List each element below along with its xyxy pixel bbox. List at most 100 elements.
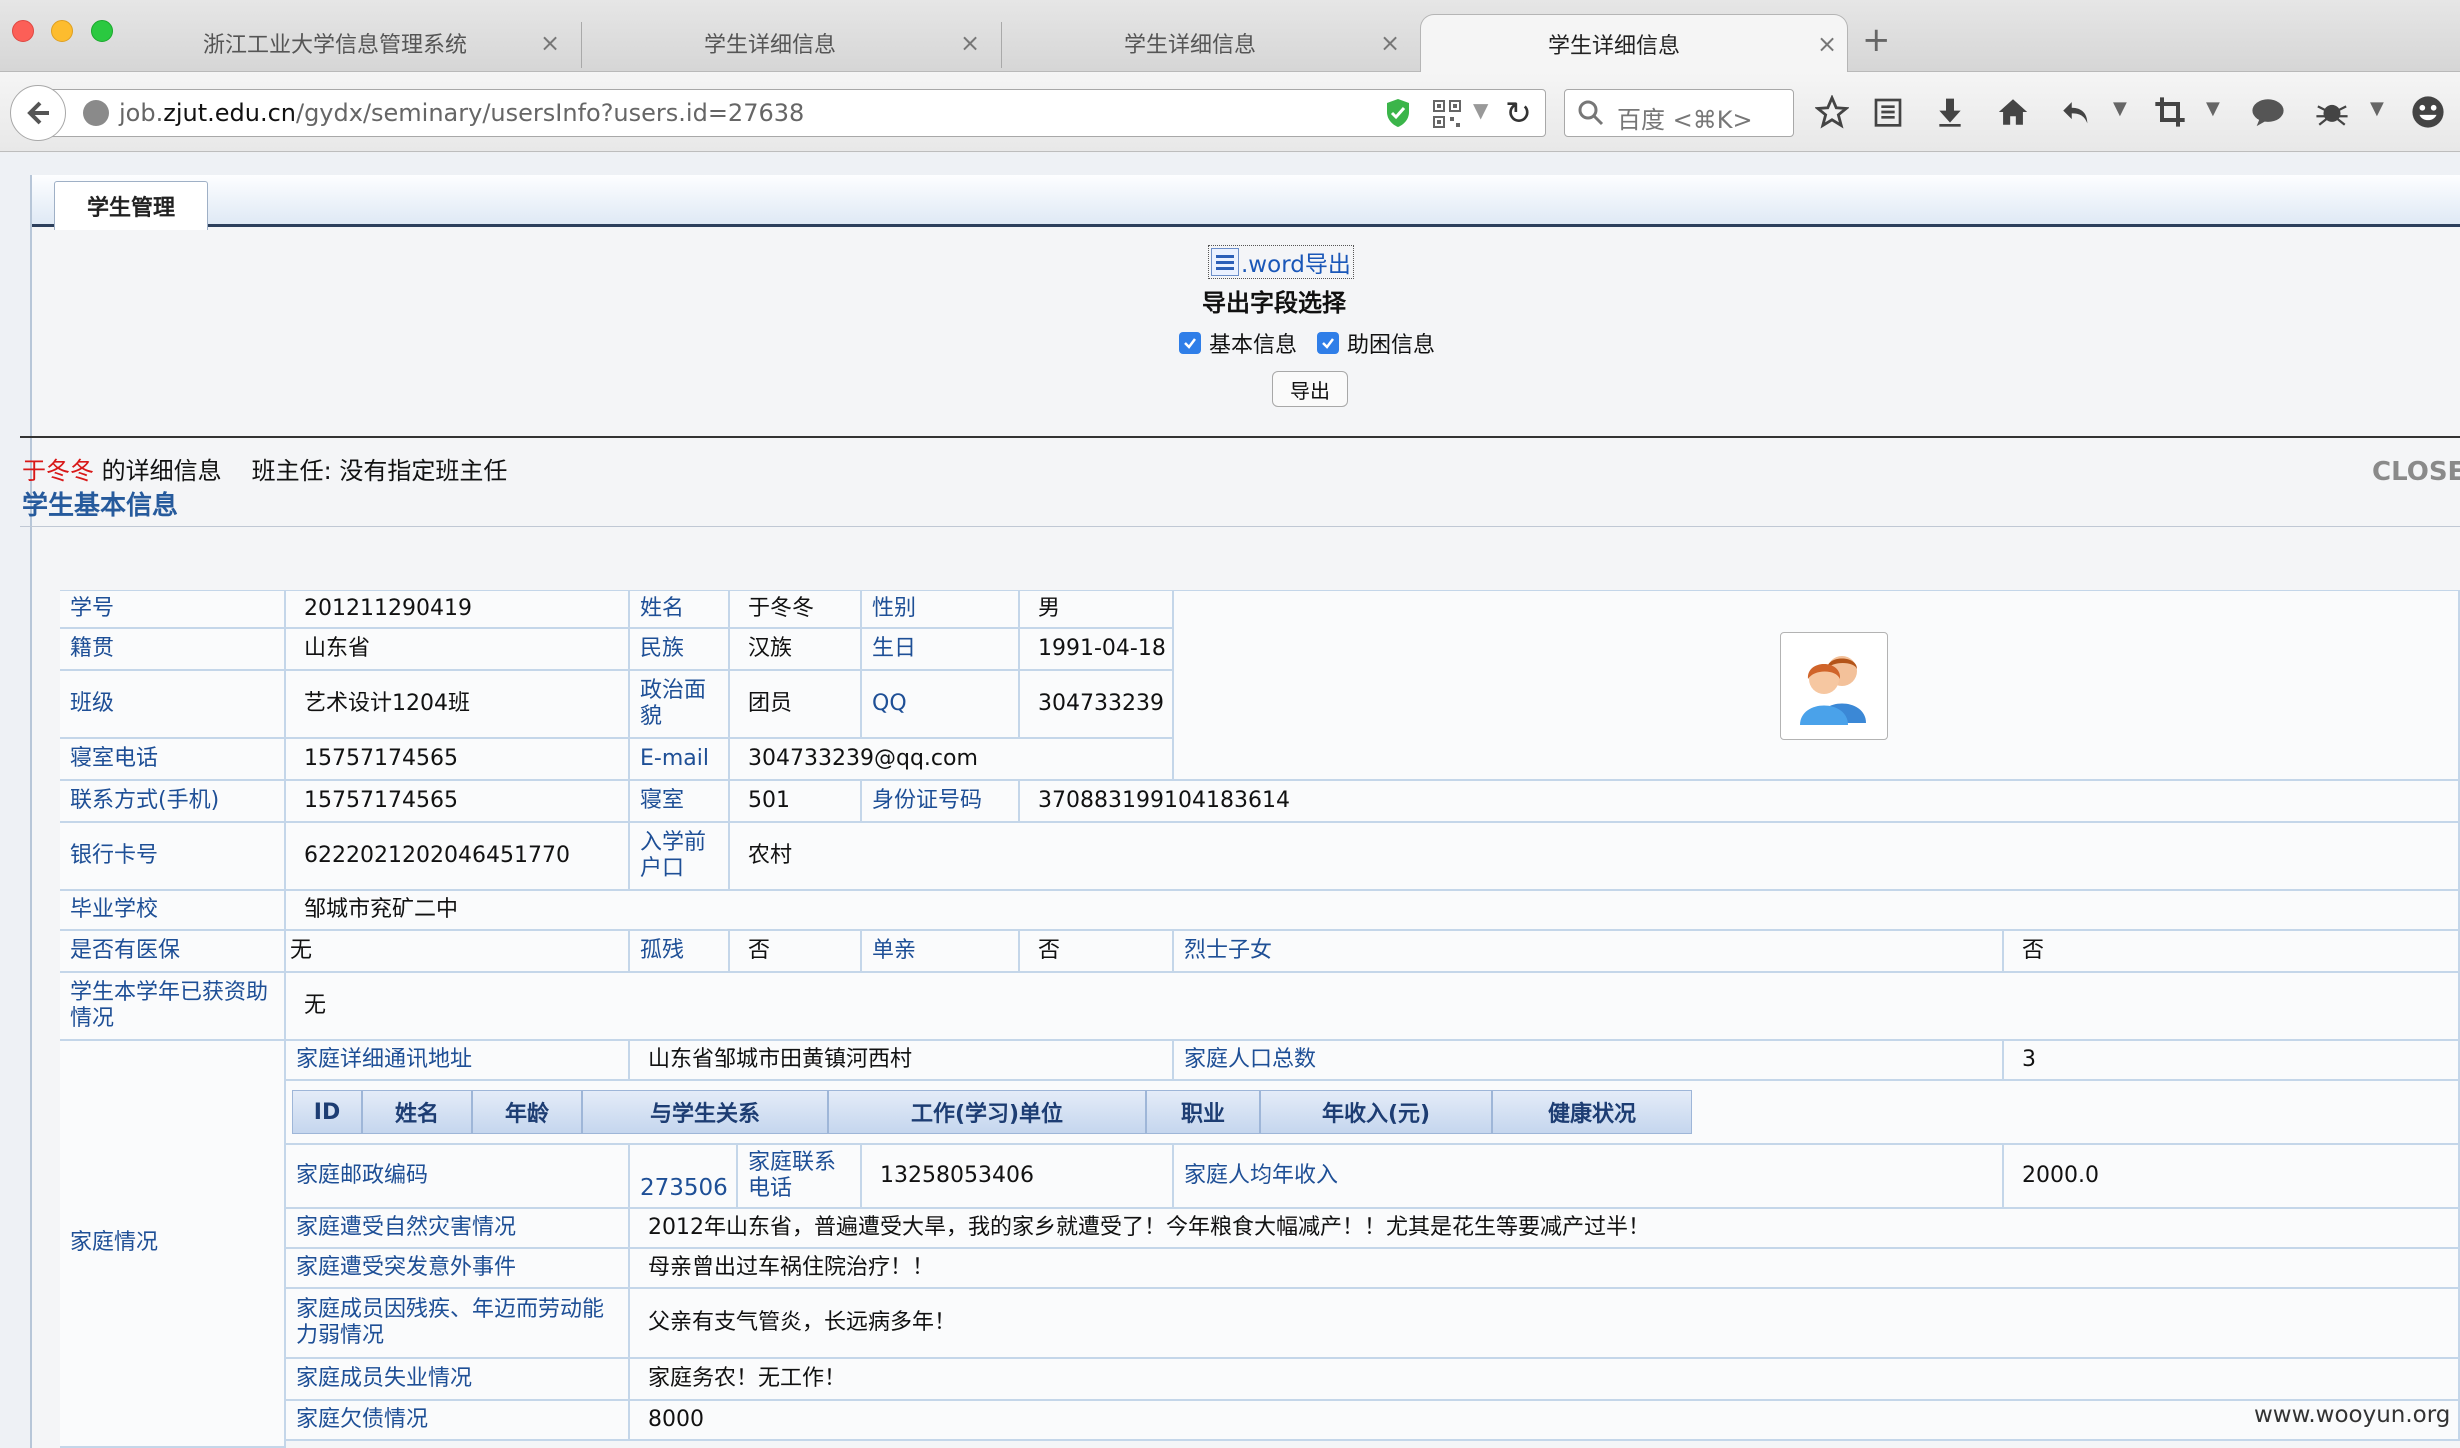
export-button[interactable]: 导出: [1272, 371, 1348, 407]
value-unemployment: 家庭务农！无工作！: [630, 1359, 2460, 1401]
label-ethnicity: 民族: [630, 629, 730, 671]
divider: [20, 526, 2460, 527]
value-origin: 山东省: [286, 629, 630, 671]
emoji-icon[interactable]: [2408, 92, 2448, 132]
value-political-status: 团员: [730, 671, 862, 739]
crop-icon[interactable]: [2150, 92, 2190, 132]
chat-icon[interactable]: [2248, 92, 2288, 132]
bug-icon[interactable]: [2312, 92, 2352, 132]
value-orphan-disabled: 否: [730, 931, 862, 973]
browser-tab-4-active[interactable]: 学生详细信息 ×: [1420, 14, 1848, 72]
window-minimize-button[interactable]: [51, 20, 73, 42]
value-name: 于冬冬: [730, 591, 862, 629]
value-id-card: 370883199104183614: [1020, 781, 2460, 823]
export-title: 导出字段选择: [1202, 289, 1346, 317]
tab-close-icon[interactable]: ×: [1807, 30, 1847, 58]
bookmark-star-icon[interactable]: [1812, 92, 1852, 132]
tab-title: 学生详细信息: [1547, 33, 1680, 59]
value-accident: 母亲曾出过车祸住院治疗！！: [630, 1249, 2460, 1289]
value-family-population: 3: [2004, 1041, 2460, 1081]
shield-check-icon[interactable]: [1385, 98, 1411, 128]
qr-code-icon[interactable]: [1433, 100, 1461, 128]
back-button[interactable]: [10, 85, 66, 141]
tab-title: 学生详细信息: [1123, 33, 1256, 58]
column-header-name: 姓名: [362, 1090, 472, 1134]
panel-header: 学生管理: [32, 175, 2460, 230]
label-gender: 性别: [862, 591, 1020, 629]
browser-tab-bar: 浙江工业大学信息管理系统 × 学生详细信息 × 学生详细信息 × 学生详细信息 …: [0, 0, 2460, 72]
value-ethnicity: 汉族: [730, 629, 862, 671]
close-button[interactable]: CLOSE: [2372, 457, 2460, 487]
label-unemployment: 家庭成员失业情况: [286, 1359, 630, 1401]
home-icon[interactable]: [1993, 92, 2033, 132]
tab-separator: [581, 22, 582, 68]
basic-info-checkbox[interactable]: [1179, 332, 1201, 354]
value-bank-card: 6222021202046451770: [286, 823, 630, 891]
value-qq: 304733239: [1020, 671, 1174, 739]
url-text[interactable]: job.zjut.edu.cn/gydx/seminary/usersInfo?…: [119, 99, 804, 127]
browser-tab-3[interactable]: 学生详细信息 ×: [1010, 14, 1410, 72]
tab-close-icon[interactable]: ×: [1370, 29, 1410, 57]
reading-list-icon[interactable]: [1868, 92, 1908, 132]
label-graduation-school: 毕业学校: [60, 891, 286, 931]
label-mobile: 联系方式(手机): [60, 781, 286, 823]
chevron-down-icon[interactable]: ▼: [1473, 98, 1488, 122]
value-mobile: 15757174565: [286, 781, 630, 823]
value-disability: 父亲有支气管炎，长远病多年！: [630, 1289, 2460, 1359]
new-tab-button[interactable]: +: [1862, 20, 1891, 60]
column-header-age: 年龄: [472, 1090, 582, 1134]
browser-tab-1[interactable]: 浙江工业大学信息管理系统 ×: [140, 14, 570, 72]
value-birthday: 1991-04-18: [1020, 629, 1174, 671]
value-single-parent: 否: [1020, 931, 1174, 973]
browser-tab-2[interactable]: 学生详细信息 ×: [590, 14, 990, 72]
label-dorm-phone: 寝室电话: [60, 739, 286, 781]
word-export-label: .word导出: [1241, 252, 1351, 278]
value-family-postcode: 273506: [630, 1145, 738, 1209]
value-student-id: 201211290419: [286, 591, 630, 629]
label-class: 班级: [60, 671, 286, 739]
label-family-population: 家庭人口总数: [1174, 1041, 2004, 1081]
tab-title: 学生详细信息: [703, 33, 836, 58]
tab-title: 浙江工业大学信息管理系统: [202, 33, 467, 58]
divider: [20, 436, 2460, 438]
undo-icon[interactable]: [2056, 92, 2096, 132]
chevron-down-icon[interactable]: ▼: [2206, 98, 2220, 119]
head-teacher-info: 班主任: 没有指定班主任: [251, 457, 508, 485]
check-icon: [1322, 338, 1335, 349]
label-family-phone: 家庭联系电话: [738, 1145, 862, 1209]
aid-info-checkbox[interactable]: [1317, 332, 1340, 354]
label-origin: 籍贯: [60, 629, 286, 671]
tab-close-icon[interactable]: ×: [950, 29, 990, 57]
reload-icon[interactable]: ↻: [1505, 94, 1532, 132]
chevron-down-icon[interactable]: ▼: [2113, 98, 2127, 119]
column-header-relation: 与学生关系: [582, 1090, 828, 1134]
label-debt: 家庭欠债情况: [286, 1401, 630, 1441]
value-family-phone: 13258053406: [862, 1145, 1174, 1209]
window-zoom-button[interactable]: [91, 20, 113, 42]
label-email: E-mail: [630, 739, 730, 781]
tab-separator: [1001, 22, 1002, 68]
url-bar[interactable]: job.zjut.edu.cn/gydx/seminary/usersInfo?…: [44, 89, 1546, 137]
window-close-button[interactable]: [12, 20, 34, 42]
label-medical-insurance: 是否有医保: [60, 931, 286, 973]
label-natural-disaster: 家庭遭受自然灾害情况: [286, 1209, 630, 1249]
basic-info-label: 基本信息: [1209, 333, 1298, 358]
tab-close-icon[interactable]: ×: [530, 29, 570, 57]
check-icon: [1184, 338, 1196, 349]
globe-icon: [83, 100, 109, 126]
label-family-address: 家庭详细通讯地址: [286, 1041, 630, 1081]
search-bar[interactable]: 百度 <⌘K>: [1564, 89, 1794, 137]
search-icon: [1578, 100, 1604, 126]
student-name-link[interactable]: 于冬冬: [22, 457, 94, 485]
label-martyr-child: 烈士子女: [1174, 931, 2004, 973]
value-hukou: 农村: [730, 823, 2460, 891]
label-disability: 家庭成员因残疾、年迈而劳动能力弱情况: [286, 1289, 630, 1359]
value-gender: 男: [1020, 591, 1174, 629]
value-dorm-phone: 15757174565: [286, 739, 630, 781]
chevron-down-icon[interactable]: ▼: [2370, 98, 2384, 119]
label-family-postcode: 家庭邮政编码: [286, 1145, 630, 1209]
value-debt: 8000: [630, 1401, 2460, 1441]
download-icon[interactable]: [1930, 92, 1970, 132]
word-export-link[interactable]: .word导出: [1208, 245, 1354, 279]
tab-student-management[interactable]: 学生管理: [54, 181, 209, 230]
